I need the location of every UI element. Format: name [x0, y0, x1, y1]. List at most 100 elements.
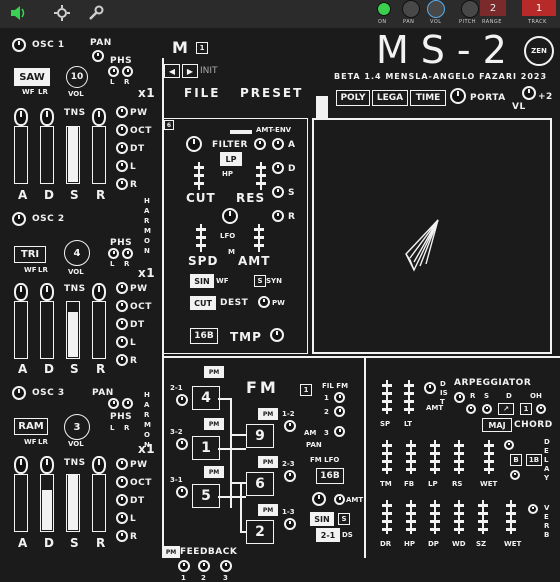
fm-operator-1[interactable]: 1 — [192, 436, 220, 460]
fm-lfo-sync-button[interactable]: S — [338, 513, 350, 525]
fm-lfo-power-button[interactable] — [312, 492, 326, 506]
lfo-dest-select[interactable]: CUT — [190, 296, 216, 310]
osc1-oct-knob[interactable] — [116, 124, 128, 136]
fil-fm-2-knob[interactable] — [334, 406, 345, 417]
route-2-3-knob[interactable] — [284, 470, 296, 482]
fm-lfo-wave-select[interactable]: SIN — [310, 512, 334, 526]
osc2-d-knob[interactable] — [40, 283, 54, 301]
osc3-a-knob[interactable] — [14, 456, 28, 474]
feedback-2-knob[interactable] — [198, 560, 210, 572]
arp-sp-fader[interactable] — [382, 380, 392, 414]
osc2-a-knob[interactable] — [14, 283, 28, 301]
osc3-oct-knob[interactable] — [116, 476, 128, 488]
osc3-phs-l-knob[interactable] — [108, 398, 119, 409]
preset-menu[interactable]: PRESET — [240, 86, 303, 100]
lfo-amount-fader[interactable] — [254, 224, 264, 252]
osc3-tns-knob[interactable] — [92, 456, 106, 474]
volume-knob[interactable] — [427, 0, 445, 18]
fm-lfo-rate-select[interactable]: 16B — [316, 468, 344, 484]
delay-time-select[interactable]: 1B — [526, 454, 542, 466]
osc3-dt-knob[interactable] — [116, 494, 128, 506]
osc1-a-slider[interactable] — [14, 126, 28, 184]
osc1-phs-r-knob[interactable] — [122, 66, 133, 77]
route-1-3-knob[interactable] — [284, 518, 296, 530]
osc3-d-knob[interactable] — [40, 456, 54, 474]
arp-swing-knob[interactable] — [482, 404, 492, 414]
osc2-d-slider[interactable] — [40, 301, 54, 359]
cutoff-fader[interactable] — [194, 162, 204, 190]
osc3-phs-r-knob[interactable] — [122, 398, 133, 409]
osc2-dt-knob[interactable] — [116, 318, 128, 330]
lfo-wave-select[interactable]: SIN — [190, 274, 214, 288]
pan-knob[interactable] — [402, 0, 420, 18]
osc2-wave-select[interactable]: TRI — [14, 246, 46, 263]
osc3-pw-knob[interactable] — [116, 458, 128, 470]
osc1-tns-knob[interactable] — [92, 108, 106, 126]
osc2-tns-knob[interactable] — [92, 283, 106, 301]
chord-select[interactable]: MAJ — [482, 418, 512, 432]
pitch-knob[interactable] — [461, 0, 479, 18]
osc2-power-button[interactable] — [12, 212, 26, 226]
route-2-1-knob[interactable] — [176, 394, 188, 406]
fil-fm-1-knob[interactable] — [334, 392, 345, 403]
osc2-a-slider[interactable] — [14, 301, 28, 359]
osc3-d-slider[interactable] — [40, 474, 54, 532]
lp-button[interactable]: LP — [220, 152, 242, 166]
preset-save-toggle[interactable] — [316, 96, 328, 118]
osc2-phs-l-knob[interactable] — [108, 248, 119, 259]
preset-prev-button[interactable]: ◀ — [164, 64, 180, 78]
dist-knob[interactable] — [424, 382, 436, 394]
osc3-value-knob[interactable]: 3 — [64, 414, 90, 440]
track-value[interactable]: 1 — [522, 0, 556, 16]
lfo-pw-knob[interactable] — [258, 296, 270, 308]
delay-fb-fader[interactable] — [406, 440, 416, 474]
arp-hold-knob[interactable] — [536, 404, 546, 414]
osc1-s-slider[interactable] — [66, 126, 80, 184]
fm-operator-9[interactable]: 9 — [246, 424, 274, 448]
delay-lp-fader[interactable] — [430, 440, 440, 474]
filter-env-d-knob[interactable] — [272, 162, 284, 174]
osc2-oct-knob[interactable] — [116, 300, 128, 312]
arp-direction-button[interactable]: ↗ — [498, 403, 514, 415]
delay-power-button[interactable] — [504, 440, 514, 450]
feedback-3-knob[interactable] — [220, 560, 232, 572]
osc1-power-button[interactable] — [12, 38, 26, 52]
osc2-s-slider[interactable] — [66, 301, 80, 359]
arp-power-button[interactable] — [454, 392, 465, 403]
delay-wet-fader[interactable] — [484, 440, 494, 474]
tempo-select[interactable]: 16B — [190, 328, 218, 344]
osc3-l-knob[interactable] — [116, 512, 128, 524]
osc2-r-knob[interactable] — [116, 354, 128, 366]
lfo-sync-button[interactable]: S — [254, 275, 266, 287]
time-button[interactable]: TIME — [410, 90, 446, 106]
delay-rs-fader[interactable] — [454, 440, 464, 474]
gear-icon[interactable] — [50, 2, 74, 24]
delay-tm-fader[interactable] — [382, 440, 392, 474]
arp-octave-select[interactable]: 1 — [520, 403, 532, 415]
osc2-phs-r-knob[interactable] — [122, 248, 133, 259]
delay-b-button[interactable]: B — [510, 454, 522, 466]
osc1-value-knob[interactable]: 10 — [66, 66, 88, 88]
osc1-d-knob[interactable] — [40, 108, 54, 126]
fm-operator-2[interactable]: 2 — [246, 520, 274, 544]
osc3-r-knob[interactable] — [116, 530, 128, 542]
osc2-pw-knob[interactable] — [116, 282, 128, 294]
fil-fm-3-knob[interactable] — [334, 426, 345, 437]
verb-dp-fader[interactable] — [430, 500, 440, 534]
osc2-value-knob[interactable]: 4 — [64, 240, 90, 266]
verb-power-button[interactable] — [528, 504, 538, 514]
porta-knob[interactable] — [450, 88, 466, 104]
route-3-2-knob[interactable] — [176, 438, 188, 450]
osc3-wave-select[interactable]: RAM — [14, 418, 48, 435]
filter-env-r-knob[interactable] — [272, 210, 284, 222]
osc1-d-slider[interactable] — [40, 126, 54, 184]
tmp-power-button[interactable] — [270, 328, 284, 342]
verb-hp-fader[interactable] — [406, 500, 416, 534]
route-3-1-knob[interactable] — [176, 486, 188, 498]
fm-operator-4[interactable]: 4 — [192, 386, 220, 410]
filter-power-button[interactable] — [186, 136, 202, 152]
delay-sync-knob[interactable] — [510, 470, 520, 480]
osc2-l-knob[interactable] — [116, 336, 128, 348]
verb-sz-fader[interactable] — [478, 500, 488, 534]
osc3-power-button[interactable] — [12, 386, 26, 400]
